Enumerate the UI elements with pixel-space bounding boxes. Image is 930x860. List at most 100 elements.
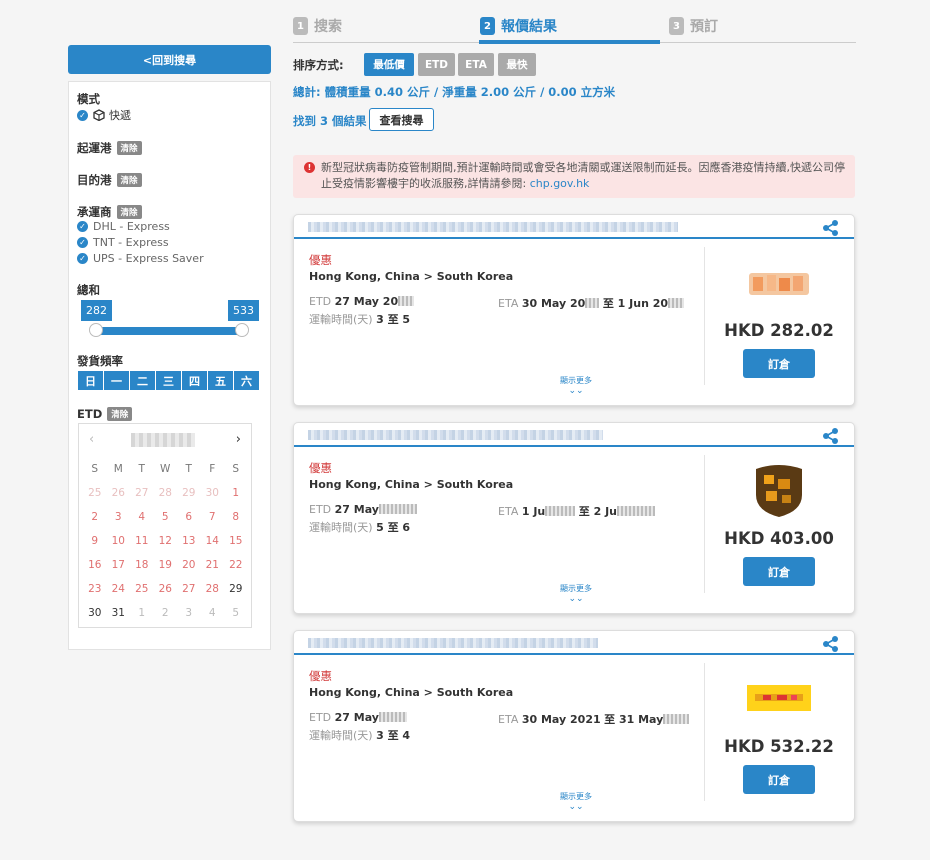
eta: ETA 30 May 2021 至 31 May: [498, 711, 690, 727]
show-more-button[interactable]: 顯示更多 ⌄⌄: [546, 375, 606, 396]
carrier-title: 承運商 清除: [77, 204, 142, 220]
transit-time: 運輸時間(天) 3 至 5: [309, 313, 411, 326]
day-mon[interactable]: 一: [104, 371, 129, 390]
calendar-day: 29: [182, 487, 196, 499]
etd: ETD 27 May: [309, 503, 417, 516]
view-search-button[interactable]: 查看搜尋: [369, 108, 434, 131]
calendar-dow: S: [91, 463, 99, 475]
covid-notice: ! 新型冠狀病毒防疫管制期間,預計運輸時間或會受各地清關或運送限制而延長。因應香…: [293, 155, 855, 198]
calendar-day: 23: [88, 583, 102, 595]
calendar-day: 26: [111, 487, 125, 499]
back-to-search-button[interactable]: <回到搜尋: [68, 45, 271, 74]
calendar-day: 25: [88, 487, 102, 499]
calendar-day: 11: [135, 535, 149, 547]
calendar-day: 3: [185, 607, 193, 619]
calendar-day: 5: [232, 607, 240, 619]
total-title: 總和: [77, 283, 100, 297]
mode-title: 模式: [77, 92, 100, 106]
route: Hong Kong, China > South Korea: [309, 686, 514, 699]
step-search: 1 搜索: [293, 16, 342, 36]
step-number: 1: [293, 17, 308, 35]
results-count: 找到 3 個結果: [293, 114, 367, 128]
eta: ETA 30 May 20 至 1 Jun 20: [498, 295, 685, 311]
share-icon[interactable]: [822, 427, 840, 445]
day-tue[interactable]: 二: [130, 371, 155, 390]
day-wed[interactable]: 三: [156, 371, 181, 390]
frequency-days: 日 一 二 三 四 五 六: [78, 371, 260, 390]
offer-label: 優惠: [309, 461, 332, 475]
sort-eta-button[interactable]: ETA: [458, 53, 494, 76]
calendar-day: 2: [161, 607, 169, 619]
calendar-month-label-redacted: [131, 433, 195, 447]
show-more-button[interactable]: 顯示更多 ⌄⌄: [546, 583, 606, 604]
origin-clear-button[interactable]: 清除: [116, 141, 142, 155]
book-button[interactable]: 訂倉: [743, 765, 815, 794]
carrier-name-redacted: [308, 222, 678, 232]
check-icon: ✓: [77, 237, 88, 248]
step-label: 預訂: [690, 19, 718, 35]
range-max-handle[interactable]: [235, 323, 249, 337]
price: HKD 532.22: [724, 737, 834, 756]
carrier-option-ups[interactable]: ✓ UPS - Express Saver: [77, 252, 204, 265]
carrier-logo-redacted: [749, 273, 809, 295]
share-icon[interactable]: [822, 219, 840, 237]
destination-clear-button[interactable]: 清除: [116, 173, 142, 187]
calendar-day: 9: [91, 535, 99, 547]
sort-fastest-button[interactable]: 最快: [498, 53, 536, 76]
route: Hong Kong, China > South Korea: [309, 478, 514, 491]
calendar-day: 5: [161, 511, 169, 523]
calendar-grid: S M T W T F S 25 26 27 28 29 30 1 2 3 4 5 6 7 8 9 10 11 12 13 14 15…: [83, 457, 248, 625]
carrier-logo-redacted: [747, 685, 811, 711]
notice-link[interactable]: chp.gov.hk: [530, 177, 590, 190]
calendar-day: 27: [182, 583, 196, 595]
card-divider: [704, 455, 705, 593]
carrier-option-dhl[interactable]: ✓ DHL - Express: [77, 220, 170, 233]
show-more-button[interactable]: 顯示更多 ⌄⌄: [546, 791, 606, 812]
sort-etd-button[interactable]: ETD: [418, 53, 455, 76]
carrier-label: UPS - Express Saver: [93, 252, 204, 265]
mode-option-express[interactable]: ✓ 快遞: [77, 107, 131, 123]
carrier-option-tnt[interactable]: ✓ TNT - Express: [77, 236, 169, 249]
calendar-day: 26: [158, 583, 172, 595]
offer-label: 優惠: [309, 669, 332, 683]
carrier-name-redacted: [308, 430, 603, 440]
calendar-day: 14: [205, 535, 219, 547]
calendar-day: 30: [205, 487, 219, 499]
card-header: [294, 423, 854, 447]
etd-clear-button[interactable]: 清除: [107, 407, 133, 421]
destination-title: 目的港 清除: [77, 172, 142, 188]
chevron-right-icon[interactable]: ›: [236, 432, 241, 447]
check-icon: ✓: [77, 221, 88, 232]
calendar-dow: T: [138, 463, 145, 475]
calendar-day[interactable]: 31: [107, 601, 131, 625]
day-fri[interactable]: 五: [208, 371, 233, 390]
card-header: [294, 631, 854, 655]
calendar-day: 2: [91, 511, 99, 523]
chevron-left-icon[interactable]: ‹: [89, 432, 94, 447]
day-sat[interactable]: 六: [234, 371, 259, 390]
card-header: [294, 215, 854, 239]
quote-card: 優惠 Hong Kong, China > South Korea ETD 27…: [293, 422, 855, 614]
carrier-clear-button[interactable]: 清除: [116, 205, 142, 219]
etd: ETD 27 May 20: [309, 295, 415, 308]
calendar-dow: F: [209, 463, 216, 475]
eta: ETA 1 Ju 至 2 Ju: [498, 503, 656, 519]
calendar-day: 4: [208, 607, 216, 619]
calendar-day: 10: [111, 535, 125, 547]
carrier-name-redacted: [308, 638, 598, 648]
day-thu[interactable]: 四: [182, 371, 207, 390]
step-number: 2: [480, 17, 495, 35]
totals-summary: 總計: 體積重量 0.40 公斤 / 淨重量 2.00 公斤 / 0.00 立方…: [293, 85, 616, 99]
book-button[interactable]: 訂倉: [743, 349, 815, 378]
calendar-day: 20: [182, 559, 196, 571]
calendar-dow: S: [232, 463, 240, 475]
day-sun[interactable]: 日: [78, 371, 103, 390]
carrier-label: DHL - Express: [93, 220, 170, 233]
range-min-handle[interactable]: [89, 323, 103, 337]
share-icon[interactable]: [822, 635, 840, 653]
book-button[interactable]: 訂倉: [743, 557, 815, 586]
calendar-day[interactable]: 30: [83, 601, 107, 625]
price-range-track[interactable]: [96, 327, 244, 335]
calendar-day[interactable]: 29: [224, 577, 248, 601]
sort-lowest-price-button[interactable]: 最低價: [364, 53, 414, 76]
